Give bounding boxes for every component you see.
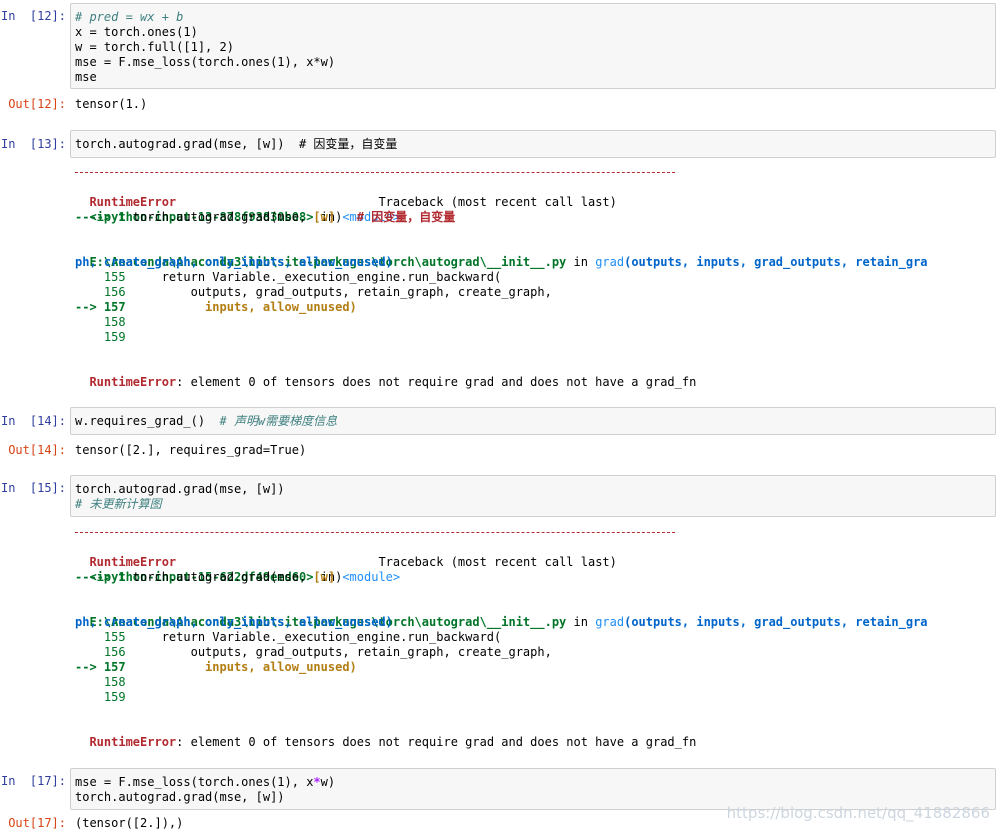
code-cell-input[interactable]: torch.autograd.grad(mse, [w]) # 因变量，自变量 bbox=[70, 130, 996, 158]
cell-output: tensor([2.], requires_grad=True) bbox=[75, 443, 307, 457]
error-message: RuntimeError: element 0 of tensors does … bbox=[89, 375, 697, 389]
traceback-source-line: 159 bbox=[75, 330, 126, 344]
input-prompt: In [14]: bbox=[0, 414, 66, 428]
traceback-source-line: 158 bbox=[75, 315, 126, 329]
traceback-rule bbox=[75, 172, 675, 173]
code-line: torch.autograd.grad(mse, [w]) # 因变量，自变量 bbox=[75, 137, 398, 151]
traceback-file-line-cont: ph, create_graph, only_inputs, allow_unu… bbox=[75, 255, 393, 269]
traceback-arrow-line: ----> 1 torch.autograd.grad(mse, [w]) bbox=[75, 570, 343, 584]
input-prompt: In [17]: bbox=[0, 774, 66, 788]
code-cell-input[interactable]: # pred = wx + b x = torch.ones(1) w = to… bbox=[70, 3, 996, 89]
watermark-text: https://blog.csdn.net/qq_41882866 bbox=[726, 804, 990, 822]
input-prompt: In [15]: bbox=[0, 481, 66, 495]
traceback-source-line: 156 outputs, grad_outputs, retain_graph,… bbox=[75, 285, 552, 299]
input-prompt: In [13]: bbox=[0, 137, 66, 151]
output-prompt: Out[12]: bbox=[8, 97, 66, 111]
traceback-location: <ipython-input-15-622df49eed60> in <modu… bbox=[89, 570, 401, 584]
code-line: torch.autograd.grad(mse, [w]) bbox=[75, 482, 285, 496]
code-line: mse = F.mse_loss(torch.ones(1), x*w) bbox=[75, 775, 336, 789]
traceback-file-line: E:\Anaconda\Anaconda3\lib\site-packages\… bbox=[89, 615, 928, 629]
output-prompt: Out[17]: bbox=[8, 816, 66, 830]
traceback-location: <ipython-input-13-878f93830b08> in <modu… bbox=[89, 210, 401, 224]
cell-output: (tensor([2.]),) bbox=[75, 816, 184, 830]
code-cell-input[interactable]: w.requires_grad_() # 声明w需要梯度信息 bbox=[70, 407, 996, 435]
traceback-arrow-line: ----> 1 torch.autograd.grad(mse, [w]) # … bbox=[75, 210, 456, 224]
code-line: w = torch.full([1], 2) bbox=[75, 40, 234, 54]
code-line: mse bbox=[75, 70, 97, 84]
traceback-source-line: --> 157 inputs, allow_unused) bbox=[75, 660, 357, 674]
traceback-header: RuntimeError Traceback (most recent call… bbox=[89, 555, 617, 569]
traceback-file-line-cont: ph, create_graph, only_inputs, allow_unu… bbox=[75, 615, 393, 629]
code-line: # 未更新计算图 bbox=[75, 497, 162, 511]
cell-output: tensor(1.) bbox=[75, 97, 148, 111]
traceback-source-line: 158 bbox=[75, 675, 126, 689]
output-prompt: Out[14]: bbox=[8, 443, 66, 457]
traceback-file-line: E:\Anaconda\Anaconda3\lib\site-packages\… bbox=[89, 255, 928, 269]
code-line: torch.autograd.grad(mse, [w]) bbox=[75, 790, 285, 804]
traceback-source-line: 156 outputs, grad_outputs, retain_graph,… bbox=[75, 645, 552, 659]
traceback-source-line: 155 return Variable._execution_engine.ru… bbox=[75, 270, 502, 284]
code-line: x = torch.ones(1) bbox=[75, 25, 198, 39]
code-line: mse = F.mse_loss(torch.ones(1), x*w) bbox=[75, 55, 336, 69]
traceback-source-line: 159 bbox=[75, 690, 126, 704]
error-message: RuntimeError: element 0 of tensors does … bbox=[89, 735, 697, 749]
input-prompt: In [12]: bbox=[0, 9, 66, 23]
traceback-rule bbox=[75, 532, 675, 533]
traceback-source-line: --> 157 inputs, allow_unused) bbox=[75, 300, 357, 314]
code-cell-input[interactable]: torch.autograd.grad(mse, [w]) # 未更新计算图 bbox=[70, 475, 996, 517]
code-line: # pred = wx + b bbox=[75, 10, 184, 24]
traceback-source-line: 155 return Variable._execution_engine.ru… bbox=[75, 630, 502, 644]
code-line: w.requires_grad_() # 声明w需要梯度信息 bbox=[75, 414, 338, 428]
traceback-header: RuntimeError Traceback (most recent call… bbox=[89, 195, 617, 209]
